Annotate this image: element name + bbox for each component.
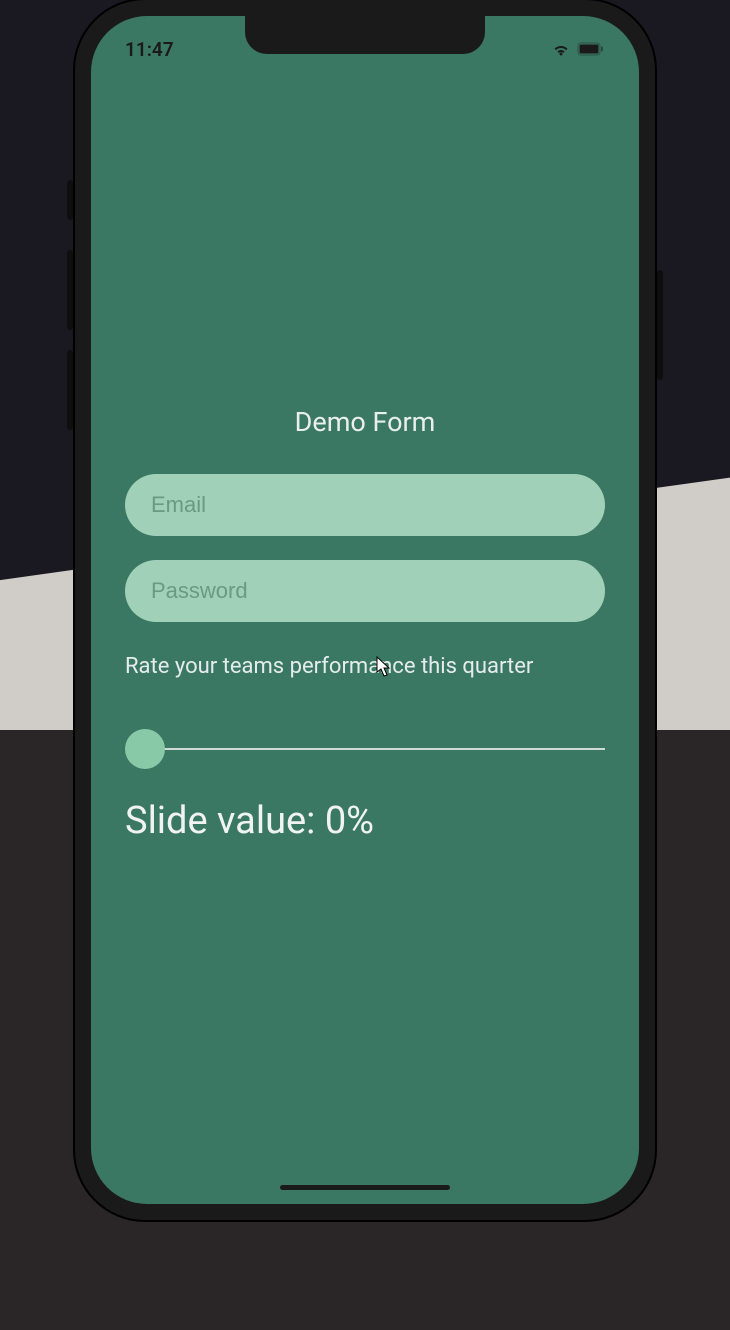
form-title: Demo Form bbox=[125, 406, 605, 438]
wifi-icon bbox=[551, 42, 571, 56]
slide-value-label: Slide value: 0% bbox=[125, 799, 605, 843]
email-field[interactable] bbox=[125, 474, 605, 536]
slider-track bbox=[137, 748, 605, 750]
status-time: 11:47 bbox=[125, 38, 174, 61]
password-field[interactable] bbox=[125, 560, 605, 622]
rate-label: Rate your teams performance this quarter bbox=[125, 654, 605, 679]
notch bbox=[245, 16, 485, 54]
battery-icon bbox=[577, 42, 605, 56]
phone-frame: 11:47 Demo Form bbox=[75, 0, 655, 1220]
status-icons bbox=[551, 42, 605, 56]
home-indicator[interactable] bbox=[280, 1185, 450, 1190]
slider-thumb[interactable] bbox=[125, 729, 165, 769]
phone-screen: 11:47 Demo Form bbox=[91, 16, 639, 1204]
form-content: Demo Form Rate your teams performance th… bbox=[91, 406, 639, 843]
performance-slider[interactable] bbox=[125, 729, 605, 769]
